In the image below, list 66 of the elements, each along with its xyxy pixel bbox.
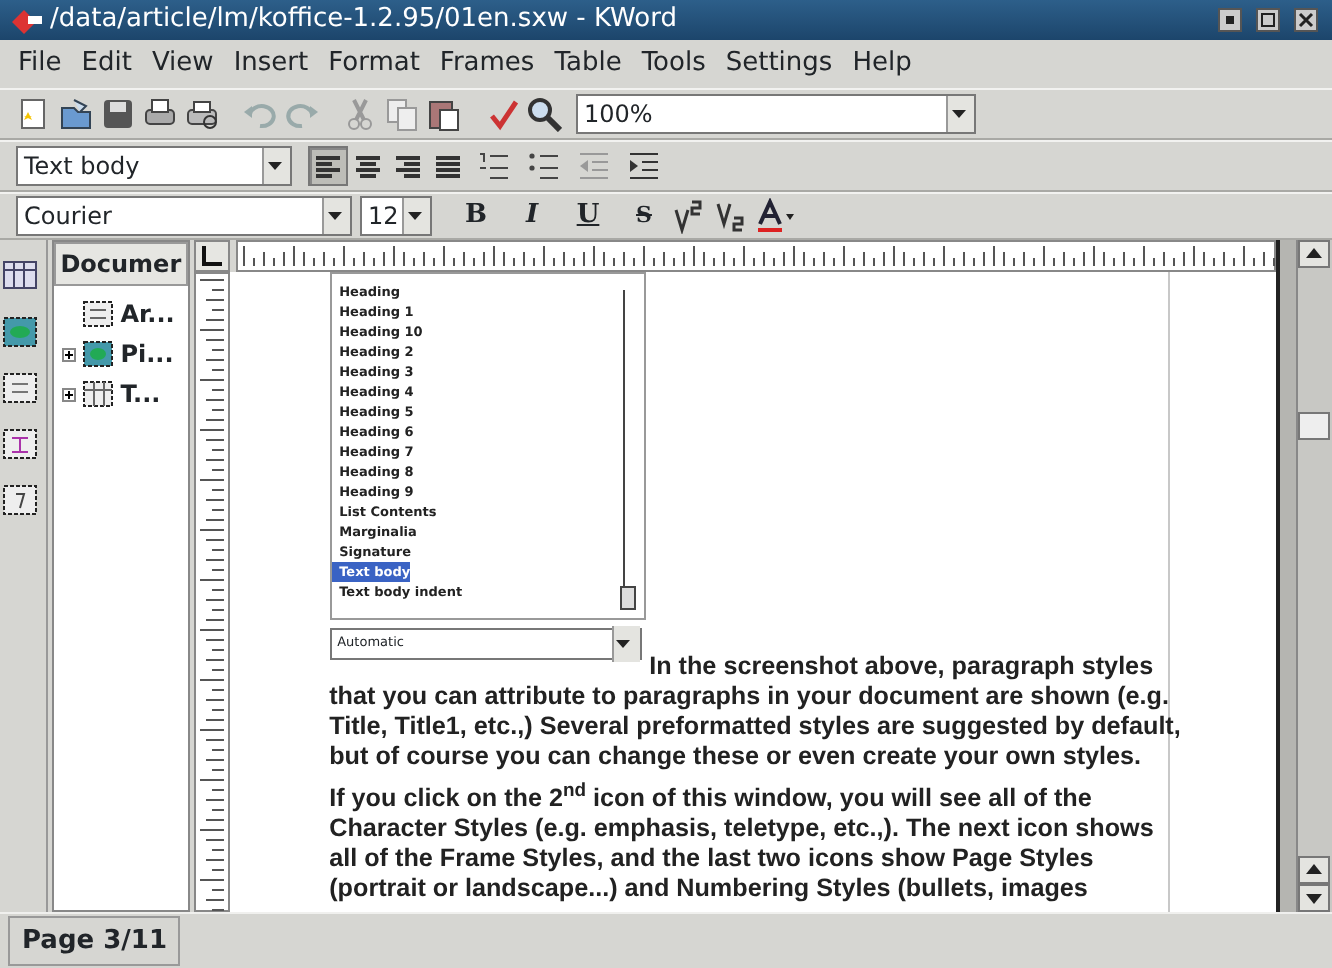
zoom-value: 100%	[584, 98, 653, 132]
menu-item[interactable]: Settings	[715, 40, 843, 88]
tab-stop-corner-icon[interactable]	[193, 240, 230, 272]
superscript-icon[interactable]	[672, 198, 708, 234]
variable-frame-icon[interactable]	[0, 480, 41, 520]
check-mark-icon[interactable]	[484, 96, 520, 132]
panel-header[interactable]: Documer	[54, 242, 188, 286]
tree-item[interactable]: T...	[120, 376, 161, 412]
caret-icon[interactable]	[616, 640, 631, 648]
minimize-icon[interactable]	[1218, 8, 1242, 32]
increase-indent-icon[interactable]	[626, 148, 662, 184]
paragraph: If you click on the 2$^{nd}$ icon of this window, you will see all of the Character Styles (e.g. emphasis, teletype, etc.,). The next icon shows all of the Frame Styles, and the last two icons show Page Styles (portrait or landscape...) and Numbering Styles (bullets, images	[329, 784, 1154, 904]
expand-icon[interactable]	[62, 348, 77, 363]
subscript-icon[interactable]	[714, 198, 750, 234]
tree-item[interactable]: Ar...	[120, 296, 175, 332]
caret-icon[interactable]	[267, 162, 281, 170]
bold-button[interactable]: B	[456, 196, 496, 236]
font-size-combo[interactable]: 12	[360, 196, 432, 236]
formula-frame-icon[interactable]	[0, 424, 41, 464]
window-title: /data/article/lm/koffice-1.2.95/01en.sxw - KWord	[50, 2, 677, 38]
zoom-combo[interactable]: 100%	[576, 94, 976, 134]
text-frame-icon[interactable]	[0, 368, 41, 408]
caret-icon[interactable]	[327, 212, 341, 220]
close-icon[interactable]	[1294, 8, 1318, 32]
strike-button[interactable]: S	[624, 199, 664, 233]
floppy-icon[interactable]	[100, 96, 136, 132]
picture-frame-icon[interactable]	[0, 312, 41, 352]
underline-button[interactable]: U	[568, 196, 608, 236]
menu-item[interactable]: Frames	[429, 40, 545, 88]
align-left-icon	[312, 152, 344, 180]
scroll-up-icon[interactable]	[1298, 856, 1330, 884]
align-center-icon	[352, 152, 384, 180]
page-indicator: Page 3/11	[8, 915, 181, 967]
menu-item[interactable]: Help	[842, 40, 922, 88]
menu-item[interactable]: Tools	[631, 40, 716, 88]
clipboard-icon[interactable]	[426, 96, 462, 132]
text-frame-icon	[82, 300, 115, 328]
text-color-icon[interactable]	[756, 198, 796, 234]
printer-icon[interactable]	[184, 96, 220, 132]
expand-icon[interactable]	[62, 388, 77, 403]
align-left-button[interactable]	[308, 146, 348, 186]
italic-button[interactable]: I	[512, 196, 552, 236]
scroll-down-icon[interactable]	[1298, 884, 1330, 912]
open-icon[interactable]	[58, 96, 94, 132]
caret-icon[interactable]	[407, 212, 421, 220]
bullet-list-icon[interactable]	[526, 148, 562, 184]
menu-item[interactable]: Insert	[223, 40, 319, 88]
numbered-list-icon[interactable]	[476, 148, 512, 184]
picture-frame-icon	[82, 340, 115, 368]
tree-item[interactable]: Pi...	[120, 336, 174, 372]
table-frame-icon	[82, 380, 115, 408]
align-right-icon	[392, 152, 424, 180]
magnifier-icon[interactable]	[526, 96, 562, 132]
font-combo[interactable]: Courier	[16, 196, 352, 236]
menu-item[interactable]: Format	[318, 40, 430, 88]
menu-item[interactable]: Edit	[71, 40, 142, 88]
caret-icon[interactable]	[951, 110, 965, 118]
scrollbar[interactable]	[1296, 240, 1332, 912]
menu-item[interactable]: Table	[544, 40, 632, 88]
menu-item[interactable]: File	[8, 40, 72, 88]
scroll-thumb-drawing[interactable]	[1298, 412, 1330, 440]
style-combo[interactable]: Text body	[16, 146, 292, 186]
maximize-icon[interactable]	[1256, 8, 1280, 32]
align-justify-icon	[432, 152, 464, 180]
menu-item[interactable]: View	[141, 40, 224, 88]
scroll-up-icon[interactable]	[1298, 240, 1330, 268]
